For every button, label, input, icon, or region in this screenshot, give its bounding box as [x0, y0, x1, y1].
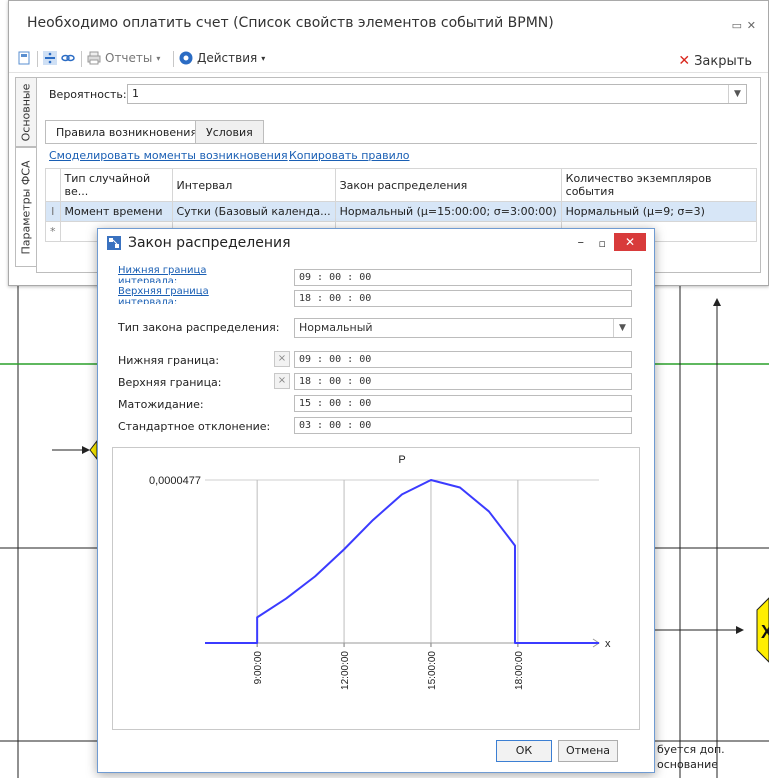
dialog-titlebar[interactable]: Закон распределения – ▫ ✕ [98, 229, 654, 257]
restore-icon[interactable]: ▭ [732, 19, 742, 32]
tab-main-label: Основные [19, 83, 33, 141]
link-icon[interactable] [61, 51, 75, 65]
column-header[interactable]: Интервал [171, 168, 336, 202]
table-cell[interactable]: Момент времени [59, 201, 173, 222]
chart-svg: P 0,0000477 9:00:00 12:00:00 15:00:00 18:00:0… [149, 454, 611, 690]
chevron-down-icon: ▾ [156, 53, 161, 63]
law-type-label: Тип закона распределения: [118, 321, 280, 334]
save-icon[interactable] [17, 51, 31, 65]
x-tick-label: 18:00:00 [514, 651, 525, 690]
actions-label: Действия [197, 51, 258, 65]
row-indicator: I [45, 201, 61, 222]
tab-rules-label: Правила возникновения [56, 126, 198, 139]
lower-bound-label: Нижняя граница: [118, 354, 220, 367]
chart-title: P [398, 454, 405, 466]
mean-field[interactable]: 15 : 00 : 00 [294, 395, 632, 412]
tab-fsa-params-label: Параметры ФСА [19, 159, 33, 255]
x-tick-label: 15:00:00 [427, 651, 438, 690]
ok-button[interactable]: ОК [496, 740, 552, 762]
actions-icon [179, 51, 193, 65]
close-icon[interactable]: ✕ [747, 19, 756, 32]
probability-value: 1 [132, 87, 139, 100]
clear-lower-bound-button[interactable]: × [274, 351, 290, 367]
close-button[interactable]: ✕ Закрыть [678, 53, 752, 69]
header-indicator [45, 168, 61, 202]
distribution-chart: P 0,0000477 9:00:00 12:00:00 15:00:00 18:00:0… [112, 447, 640, 730]
mean-label: Матожидание: [118, 398, 204, 411]
x-tick-label: 9:00:00 [253, 651, 264, 685]
upper-bound-field[interactable]: 18 : 00 : 00 [294, 373, 632, 390]
probability-select[interactable]: 1 ▼ [127, 84, 747, 104]
law-type-value: Нормальный [299, 321, 373, 334]
upper-interval-field[interactable]: 18 : 00 : 00 [294, 290, 632, 307]
column-header[interactable]: Тип случайной ве... [59, 168, 173, 202]
cancel-button[interactable]: Отмена [558, 740, 618, 762]
split-icon[interactable] [43, 51, 57, 65]
lower-interval-field[interactable]: 09 : 00 : 00 [294, 269, 632, 286]
distribution-law-dialog: Закон распределения – ▫ ✕ Нижняя граница… [97, 228, 655, 773]
table-cell[interactable]: Нормальный (μ=9; σ=3) [560, 201, 758, 222]
svg-text:X: X [761, 622, 769, 642]
lower-bound-field[interactable]: 09 : 00 : 00 [294, 351, 632, 368]
table-row[interactable]: I Момент времени Сутки (Базовый календа.… [45, 201, 758, 222]
tab-fsa-params[interactable]: Параметры ФСА [15, 147, 37, 267]
close-x-icon: ✕ [678, 53, 691, 69]
dialog-title: Закон распределения [128, 235, 291, 251]
table-cell[interactable]: Сутки (Базовый календа... [171, 201, 336, 222]
app-icon [107, 236, 121, 250]
window-title: Необходимо оплатить счет (Список свойств… [27, 15, 554, 31]
x-axis-label: x [605, 638, 611, 650]
probability-label: Вероятность: [49, 88, 127, 101]
tab-main[interactable]: Основные [15, 77, 37, 147]
column-header[interactable]: Количество экземпляров события [560, 168, 758, 202]
law-type-select[interactable]: Нормальный ▼ [294, 318, 632, 338]
note-text-line2: основание [657, 758, 719, 771]
minimize-icon[interactable]: – [578, 235, 585, 250]
table-header-row: Тип случайной ве... Интервал Закон распр… [45, 168, 758, 202]
gateway-icon-left [89, 439, 98, 461]
arrowhead-icon [736, 626, 744, 634]
printer-icon [87, 51, 101, 65]
chevron-down-icon: ▾ [261, 53, 266, 63]
y-max-label: 0,0000477 [149, 475, 201, 487]
reports-label: Отчеты [105, 51, 153, 65]
std-label: Стандартное отклонение: [118, 420, 271, 433]
chevron-down-icon: ▼ [728, 85, 746, 103]
reports-menu[interactable]: Отчеты ▾ [87, 51, 160, 65]
std-field[interactable]: 03 : 00 : 00 [294, 417, 632, 434]
upper-bound-label: Верхняя граница: [118, 376, 222, 389]
toolbar: Отчеты ▾ Действия ▾ ✕ Закрыть [9, 45, 768, 73]
clear-upper-bound-button[interactable]: × [274, 373, 290, 389]
x-tick-label: 12:00:00 [340, 651, 351, 690]
lower-interval-label[interactable]: Нижняя граница интервала: [118, 265, 258, 283]
tab-conditions-label: Условия [206, 126, 253, 139]
tab-conditions[interactable]: Условия [195, 120, 264, 144]
dialog-close-button[interactable]: ✕ [614, 233, 646, 251]
upper-interval-label[interactable]: Верхняя граница интервала: [118, 286, 258, 304]
simulate-link[interactable]: Смоделировать моменты возникновения [49, 149, 288, 162]
table-cell[interactable]: Нормальный (μ=15:00:00; σ=3:00:00) [334, 201, 562, 222]
column-header[interactable]: Закон распределения [334, 168, 562, 202]
note-text-line1: буется доп. [657, 743, 725, 756]
close-label: Закрыть [694, 53, 752, 69]
density-curve [205, 479, 599, 644]
chevron-down-icon: ▼ [613, 319, 631, 337]
new-row-indicator: * [45, 221, 61, 242]
actions-menu[interactable]: Действия ▾ [179, 51, 265, 65]
tab-rules[interactable]: Правила возникновения [45, 120, 209, 144]
maximize-icon[interactable]: ▫ [599, 237, 606, 250]
copy-rule-link[interactable]: Копировать правило [289, 149, 410, 162]
